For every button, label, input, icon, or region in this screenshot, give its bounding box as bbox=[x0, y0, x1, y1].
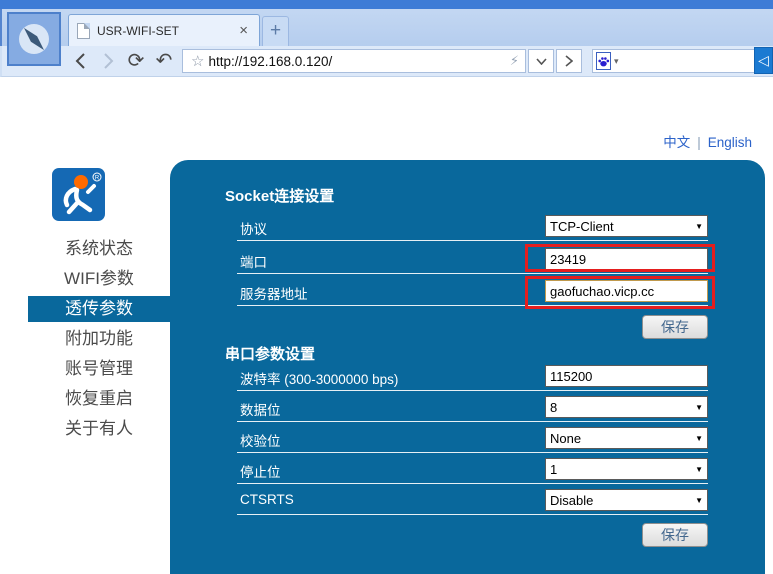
url-dropdown-button[interactable] bbox=[528, 49, 554, 73]
new-tab-button[interactable]: + bbox=[262, 16, 289, 46]
server-address-input[interactable] bbox=[545, 280, 708, 302]
chevron-down-icon bbox=[536, 58, 547, 65]
data-bits-value: 8 bbox=[550, 400, 557, 415]
sidebar-item-restore-restart[interactable]: 恢复重启 bbox=[28, 384, 170, 414]
sidebar-toggle-icon: ◁ bbox=[758, 52, 769, 68]
parity-value: None bbox=[550, 431, 581, 446]
ctsrts-row: CTSRTS Disable ▼ bbox=[237, 489, 708, 515]
forward-button[interactable] bbox=[96, 49, 120, 73]
stop-bits-select[interactable]: 1▼ bbox=[545, 458, 708, 480]
sidebar-item-about[interactable]: 关于有人 bbox=[28, 414, 170, 444]
data-bits-select[interactable]: 8▼ bbox=[545, 396, 708, 418]
select-arrow-icon: ▼ bbox=[695, 465, 703, 474]
protocol-select[interactable]: TCP-Client ▼ bbox=[545, 215, 708, 237]
search-input[interactable] bbox=[622, 54, 773, 68]
sidebar-item-transparent-params[interactable]: 透传参数 bbox=[28, 296, 170, 322]
browser-menu-button[interactable] bbox=[7, 12, 61, 66]
protocol-label: 协议 bbox=[240, 218, 267, 238]
stop-bits-row: 停止位 1▼ bbox=[237, 458, 708, 484]
protocol-row: 协议 TCP-Client ▼ bbox=[237, 215, 708, 241]
refresh-button[interactable]: ⟳ bbox=[124, 49, 148, 73]
port-row: 端口 bbox=[237, 248, 708, 274]
baidu-paw-icon bbox=[597, 55, 610, 68]
page-icon bbox=[77, 23, 90, 39]
lang-chinese-link[interactable]: 中文 bbox=[663, 135, 690, 150]
sidebar-item-account-management[interactable]: 账号管理 bbox=[28, 354, 170, 384]
stop-bits-value: 1 bbox=[550, 462, 557, 477]
forward-icon bbox=[103, 53, 114, 69]
socket-section-title: Socket连接设置 bbox=[225, 185, 334, 206]
browser-tab[interactable]: USR-WIFI-SET × bbox=[68, 14, 260, 47]
select-arrow-icon: ▼ bbox=[695, 222, 703, 231]
search-dropdown-icon[interactable]: ▾ bbox=[614, 56, 619, 67]
data-bits-label: 数据位 bbox=[240, 399, 281, 419]
lightning-icon[interactable]: ⚡ bbox=[510, 53, 519, 69]
select-arrow-icon: ▼ bbox=[695, 496, 703, 505]
server-address-label: 服务器地址 bbox=[240, 283, 308, 303]
undo-icon: ↶ bbox=[156, 51, 173, 71]
select-arrow-icon: ▼ bbox=[695, 403, 703, 412]
select-arrow-icon: ▼ bbox=[695, 434, 703, 443]
baud-rate-label: 波特率 (300-3000000 bps) bbox=[240, 368, 398, 388]
svg-text:R: R bbox=[95, 176, 100, 182]
plus-icon: + bbox=[270, 20, 281, 41]
server-address-row: 服务器地址 bbox=[237, 280, 708, 306]
browser-toolbar: ⟳ ↶ ☆ ⚡ ▾ bbox=[0, 46, 773, 77]
url-input[interactable] bbox=[208, 54, 509, 69]
settings-panel: Socket连接设置 协议 TCP-Client ▼ 端口 服务器地址 保存 串口… bbox=[170, 160, 765, 574]
search-bar[interactable]: ▾ bbox=[592, 49, 768, 73]
ctsrts-value: Disable bbox=[550, 493, 593, 508]
address-bar[interactable]: ☆ ⚡ bbox=[182, 49, 526, 73]
port-input[interactable] bbox=[545, 248, 708, 270]
refresh-icon: ⟳ bbox=[128, 51, 145, 71]
usr-logo-icon: R bbox=[52, 168, 105, 221]
go-arrow-icon bbox=[565, 55, 573, 67]
parity-label: 校验位 bbox=[240, 430, 281, 450]
theworld-logo-icon bbox=[14, 19, 54, 59]
back-button[interactable] bbox=[68, 49, 92, 73]
tab-title: USR-WIFI-SET bbox=[97, 24, 236, 38]
data-bits-row: 数据位 8▼ bbox=[237, 396, 708, 422]
stop-bits-label: 停止位 bbox=[240, 461, 281, 481]
port-label: 端口 bbox=[240, 251, 267, 271]
back-icon bbox=[75, 53, 86, 69]
ctsrts-label: CTSRTS bbox=[240, 492, 294, 507]
sidebar-item-system-status[interactable]: 系统状态 bbox=[28, 234, 170, 264]
search-engine-button[interactable] bbox=[596, 52, 611, 70]
parity-select[interactable]: None ▼ bbox=[545, 427, 708, 449]
sidebar-item-wifi-params[interactable]: WIFI参数 bbox=[28, 264, 170, 294]
serial-section-title: 串口参数设置 bbox=[225, 343, 315, 364]
baud-rate-row: 波特率 (300-3000000 bps) bbox=[237, 365, 708, 391]
serial-save-button[interactable]: 保存 bbox=[642, 523, 708, 547]
lang-separator: | bbox=[697, 135, 701, 150]
tab-bar: USR-WIFI-SET × + bbox=[0, 9, 773, 46]
window-title-strip bbox=[0, 0, 773, 9]
web-page: 中文 | English R 系统状态 WIFI参数 透传参数 附加功能 账号管理 … bbox=[0, 77, 773, 574]
socket-save-button[interactable]: 保存 bbox=[642, 315, 708, 339]
parity-row: 校验位 None ▼ bbox=[237, 427, 708, 453]
language-switcher: 中文 | English bbox=[663, 131, 752, 151]
sidebar-menu: 系统状态 WIFI参数 透传参数 附加功能 账号管理 恢复重启 关于有人 bbox=[28, 234, 170, 444]
bookmark-star-icon[interactable]: ☆ bbox=[191, 52, 204, 70]
sidebar-item-extra-functions[interactable]: 附加功能 bbox=[28, 324, 170, 354]
go-button[interactable] bbox=[556, 49, 582, 73]
baud-rate-input[interactable] bbox=[545, 365, 708, 387]
close-icon[interactable]: × bbox=[236, 24, 251, 38]
lang-english-link[interactable]: English bbox=[708, 135, 752, 150]
undo-button[interactable]: ↶ bbox=[152, 49, 176, 73]
sidebar-toggle-button[interactable]: ◁ bbox=[754, 47, 773, 74]
ctsrts-select[interactable]: Disable ▼ bbox=[545, 489, 708, 511]
protocol-value: TCP-Client bbox=[550, 219, 614, 234]
